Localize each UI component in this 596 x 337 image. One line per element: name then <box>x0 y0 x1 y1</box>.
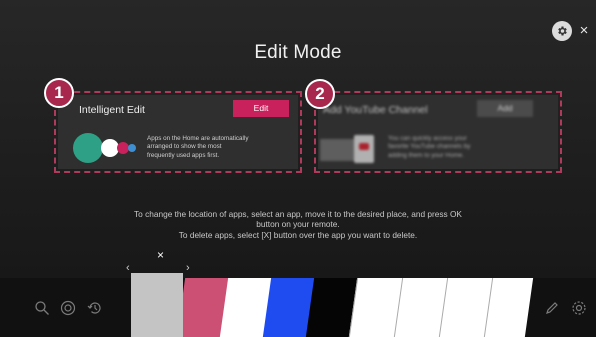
callout-badge-2: 2 <box>305 79 335 109</box>
highlight-box-2 <box>314 91 562 173</box>
highlight-box-1 <box>54 91 302 173</box>
move-right-arrow[interactable]: › <box>186 262 190 274</box>
instruction-line-3: To delete apps, select [X] button over t… <box>178 229 418 240</box>
close-button[interactable]: × <box>578 21 590 41</box>
settings-button[interactable] <box>552 21 572 41</box>
page-title: Edit Mode <box>254 42 342 63</box>
recent-icon[interactable] <box>87 300 103 316</box>
selected-app-tile[interactable] <box>131 273 183 337</box>
move-left-arrow[interactable]: ‹ <box>126 262 130 274</box>
instruction-line-1: To change the location of apps, select a… <box>134 209 462 219</box>
delete-app-button[interactable]: × <box>157 248 164 262</box>
gear-icon <box>558 26 567 36</box>
edit-pencil-icon[interactable] <box>544 300 560 316</box>
instructions-text: To change the location of apps, select a… <box>0 209 596 240</box>
callout-badge-1: 1 <box>44 78 74 108</box>
search-icon[interactable] <box>34 300 50 316</box>
settings-icon[interactable] <box>571 300 587 316</box>
app-tile[interactable] <box>483 278 534 337</box>
instruction-line-2: button on your remote. <box>256 219 340 230</box>
input-icon[interactable] <box>60 300 76 316</box>
